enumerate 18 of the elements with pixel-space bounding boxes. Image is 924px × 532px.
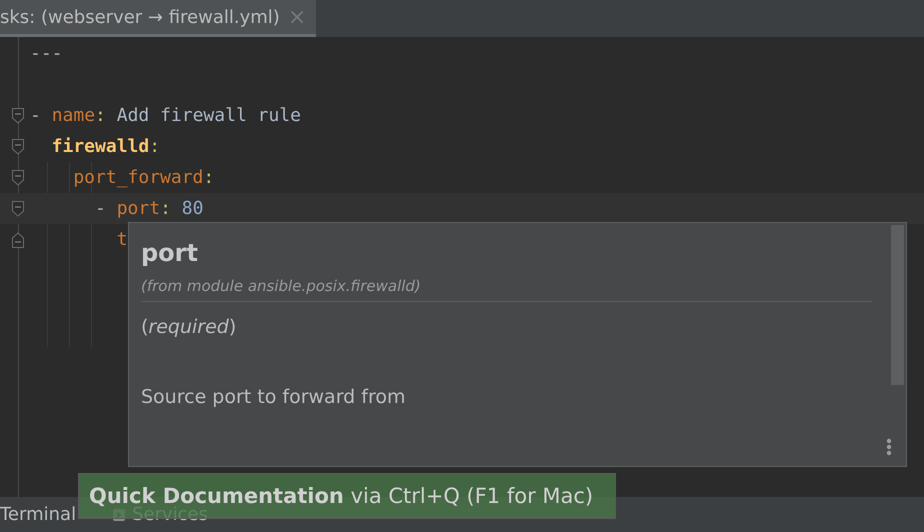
- fold-icon[interactable]: [12, 200, 24, 216]
- more-icon[interactable]: [886, 438, 892, 456]
- tool-window-tab[interactable]: Terminal: [0, 504, 76, 525]
- code-line: - name: Add firewall rule: [30, 105, 301, 126]
- code-line: port_forward:: [73, 167, 214, 188]
- doc-text: Source port to forward from: [141, 386, 406, 408]
- fold-icon[interactable]: [12, 232, 24, 248]
- fold-icon[interactable]: [12, 138, 24, 154]
- file-tab[interactable]: sks: (webserver → firewall.yml) ×: [0, 0, 316, 37]
- fold-icon[interactable]: [12, 108, 24, 124]
- doc-text: (required): [141, 316, 238, 338]
- code-line: ---: [30, 43, 63, 64]
- code-line: - port: 80: [95, 198, 204, 219]
- code-line: t: [116, 229, 128, 250]
- fold-icon[interactable]: [12, 170, 24, 186]
- code-line: firewalld:: [52, 136, 160, 157]
- doc-subtitle: (from module ansible.posix.firewalld): [141, 277, 422, 295]
- doc-title: port: [141, 239, 199, 267]
